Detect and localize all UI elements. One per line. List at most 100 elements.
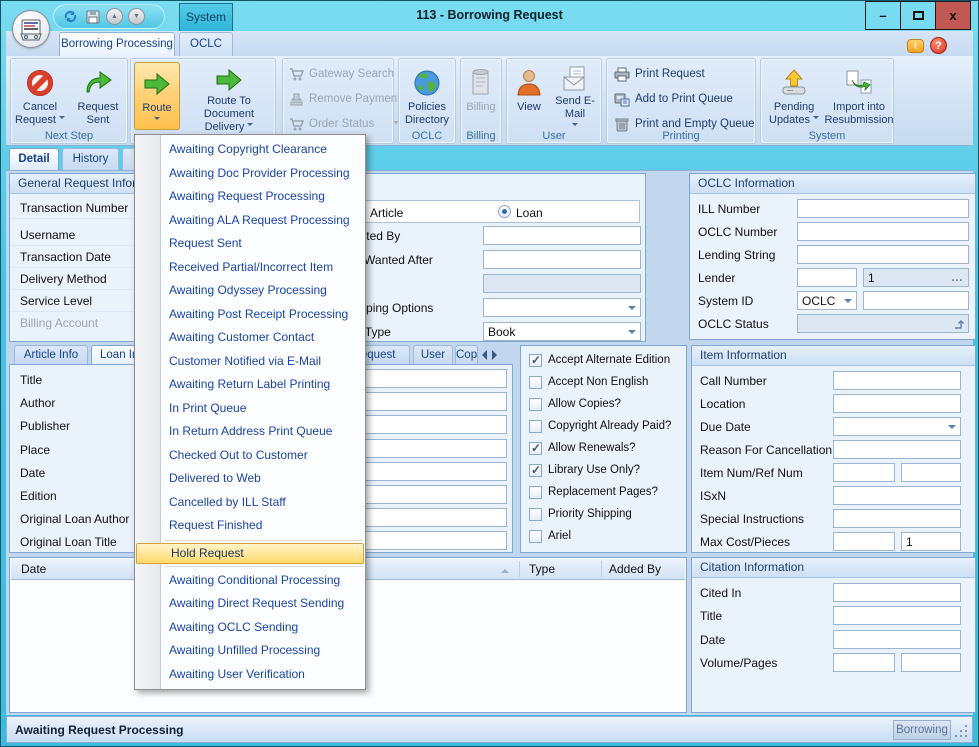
max-cost-input[interactable] [833, 532, 895, 551]
minimize-button[interactable]: – [865, 1, 901, 30]
menu-item-checked-out-to-customer[interactable]: Checked Out to Customer [135, 444, 365, 468]
title-bar[interactable]: ▲ ▼ System 113 - Borrowing Request – x [1, 1, 978, 31]
print-request-button[interactable]: Print Request [614, 63, 705, 85]
call-number-input[interactable] [833, 371, 961, 390]
ellipsis-button[interactable]: … [951, 270, 964, 284]
maximize-button[interactable] [900, 1, 936, 30]
citation-date-input[interactable] [833, 630, 961, 649]
item-num-input[interactable] [833, 463, 895, 482]
ref-num-input[interactable] [901, 463, 961, 482]
checkbox-copyright-already-paid[interactable] [529, 420, 542, 433]
lender-copies-field[interactable]: 1 … [863, 268, 969, 287]
checkbox-allow-copies[interactable] [529, 398, 542, 411]
tab-history[interactable]: History [62, 148, 119, 170]
menu-item-received-partial-incorrect-item[interactable]: Received Partial/Incorrect Item [135, 256, 365, 280]
menu-item-awaiting-customer-contact[interactable]: Awaiting Customer Contact [135, 326, 365, 350]
help-icon[interactable]: ? [930, 37, 947, 54]
tab-borrowing-processing[interactable]: Borrowing Processing [59, 32, 175, 56]
menu-item-request-sent[interactable]: Request Sent [135, 232, 365, 256]
pending-updates-button[interactable]: Pending Updates [764, 62, 824, 130]
column-header-added-by[interactable]: Added By [609, 559, 661, 580]
checkbox-priority-shipping[interactable] [529, 508, 542, 521]
menu-item-awaiting-post-receipt-processing[interactable]: Awaiting Post Receipt Processing [135, 303, 365, 327]
menu-item-awaiting-user-verification[interactable]: Awaiting User Verification [135, 663, 365, 687]
group-caption-next-step: Next Step [11, 130, 127, 142]
cancel-request-button[interactable]: Cancel Request [13, 62, 67, 130]
ribbon-group-search: Gateway Search Remove Payment Order Stat… [282, 58, 394, 144]
menu-item-in-print-queue[interactable]: In Print Queue [135, 397, 365, 421]
add-to-print-queue-button[interactable]: Add to Print Queue [614, 88, 733, 110]
policies-directory-button[interactable]: Policies Directory [401, 62, 453, 130]
checkbox-replacement-pages[interactable] [529, 486, 542, 499]
checkbox-accept-alternate-edition[interactable] [529, 354, 542, 367]
application-menu-icon[interactable] [12, 10, 50, 48]
location-input[interactable] [833, 394, 961, 413]
menu-item-awaiting-ala-request-processing[interactable]: Awaiting ALA Request Processing [135, 209, 365, 233]
gateway-search-button[interactable]: Gateway Search [289, 63, 394, 85]
tab-scroll-right-icon[interactable] [492, 350, 502, 360]
billing-button[interactable]: Billing [463, 62, 499, 130]
view-user-button[interactable]: View [510, 62, 548, 130]
menu-item-awaiting-direct-request-sending[interactable]: Awaiting Direct Request Sending [135, 592, 365, 616]
volume-input[interactable] [833, 653, 895, 672]
menu-item-awaiting-oclc-sending[interactable]: Awaiting OCLC Sending [135, 616, 365, 640]
document-type-combo[interactable]: Book [483, 322, 641, 341]
lender-input[interactable] [797, 268, 857, 287]
menu-item-hold-request[interactable]: Hold Request [136, 543, 364, 564]
menu-item-awaiting-return-label-printing[interactable]: Awaiting Return Label Printing [135, 373, 365, 397]
tab-detail[interactable]: Detail [9, 148, 59, 170]
refresh-status-icon[interactable] [954, 319, 965, 330]
remove-payment-button[interactable]: Remove Payment [289, 88, 400, 110]
menu-item-awaiting-conditional-processing[interactable]: Awaiting Conditional Processing [135, 569, 365, 593]
checkbox-label: Library Use Only? [548, 464, 640, 476]
isxn-input[interactable] [833, 486, 961, 505]
tab-article-info[interactable]: Article Info [14, 345, 88, 364]
info-bubble-icon[interactable]: i [907, 39, 924, 53]
tab-scroll-left-icon[interactable] [477, 350, 487, 360]
menu-item-awaiting-doc-provider-processing[interactable]: Awaiting Doc Provider Processing [135, 162, 365, 186]
citation-title-input[interactable] [833, 606, 961, 625]
menu-item-awaiting-copyright-clearance[interactable]: Awaiting Copyright Clearance [135, 138, 365, 162]
menu-item-cancelled-by-ill-staff[interactable]: Cancelled by ILL Staff [135, 491, 365, 515]
checkbox-accept-non-english[interactable] [529, 376, 542, 389]
special-instructions-input[interactable] [833, 509, 961, 528]
menu-item-request-finished[interactable]: Request Finished [135, 514, 365, 538]
checkbox-library-use-only[interactable] [529, 464, 542, 477]
not-wanted-after-input[interactable] [483, 250, 641, 269]
tab-copy[interactable]: Copy [455, 345, 478, 364]
column-header-date[interactable]: Date [21, 559, 46, 580]
cited-in-input[interactable] [833, 583, 961, 602]
lending-string-input[interactable] [797, 245, 969, 264]
radio-loan[interactable] [498, 205, 511, 218]
system-id-combo[interactable]: OCLC [797, 291, 857, 310]
due-date-combo[interactable] [833, 417, 961, 436]
checkbox-ariel[interactable] [529, 530, 542, 543]
column-header-type[interactable]: Type [529, 559, 555, 580]
shipping-options-combo[interactable] [483, 298, 641, 317]
pieces-input[interactable]: 1 [901, 532, 961, 551]
wanted-by-input[interactable] [483, 226, 641, 245]
menu-item-delivered-to-web[interactable]: Delivered to Web [135, 467, 365, 491]
order-status-button[interactable]: Order Status [289, 113, 399, 135]
menu-item-awaiting-odyssey-processing[interactable]: Awaiting Odyssey Processing [135, 279, 365, 303]
route-button[interactable]: Route [134, 62, 180, 130]
request-sent-button[interactable]: Request Sent [71, 62, 125, 130]
import-into-resubmission-button[interactable]: Import into Resubmission [825, 62, 893, 130]
tab-user[interactable]: User [413, 345, 453, 364]
menu-item-awaiting-unfilled-processing[interactable]: Awaiting Unfilled Processing [135, 639, 365, 663]
close-button[interactable]: x [935, 1, 971, 30]
menu-item-in-return-address-print-queue[interactable]: In Return Address Print Queue [135, 420, 365, 444]
ill-number-input[interactable] [797, 199, 969, 218]
route-to-document-delivery-button[interactable]: Route To Document Delivery [183, 62, 275, 130]
billing-label: Billing [466, 101, 495, 114]
menu-item-customer-notified-via-email[interactable]: Customer Notified via E-Mail [135, 350, 365, 374]
checkbox-label: Ariel [548, 530, 571, 542]
checkbox-allow-renewals[interactable] [529, 442, 542, 455]
send-email-button[interactable]: Send E-Mail [549, 62, 601, 130]
tab-oclc[interactable]: OCLC [179, 32, 233, 56]
menu-item-awaiting-request-processing[interactable]: Awaiting Request Processing [135, 185, 365, 209]
oclc-number-input[interactable] [797, 222, 969, 241]
system-id-input[interactable] [863, 291, 969, 310]
pages-input[interactable] [901, 653, 961, 672]
reason-for-cancellation-input[interactable] [833, 440, 961, 459]
